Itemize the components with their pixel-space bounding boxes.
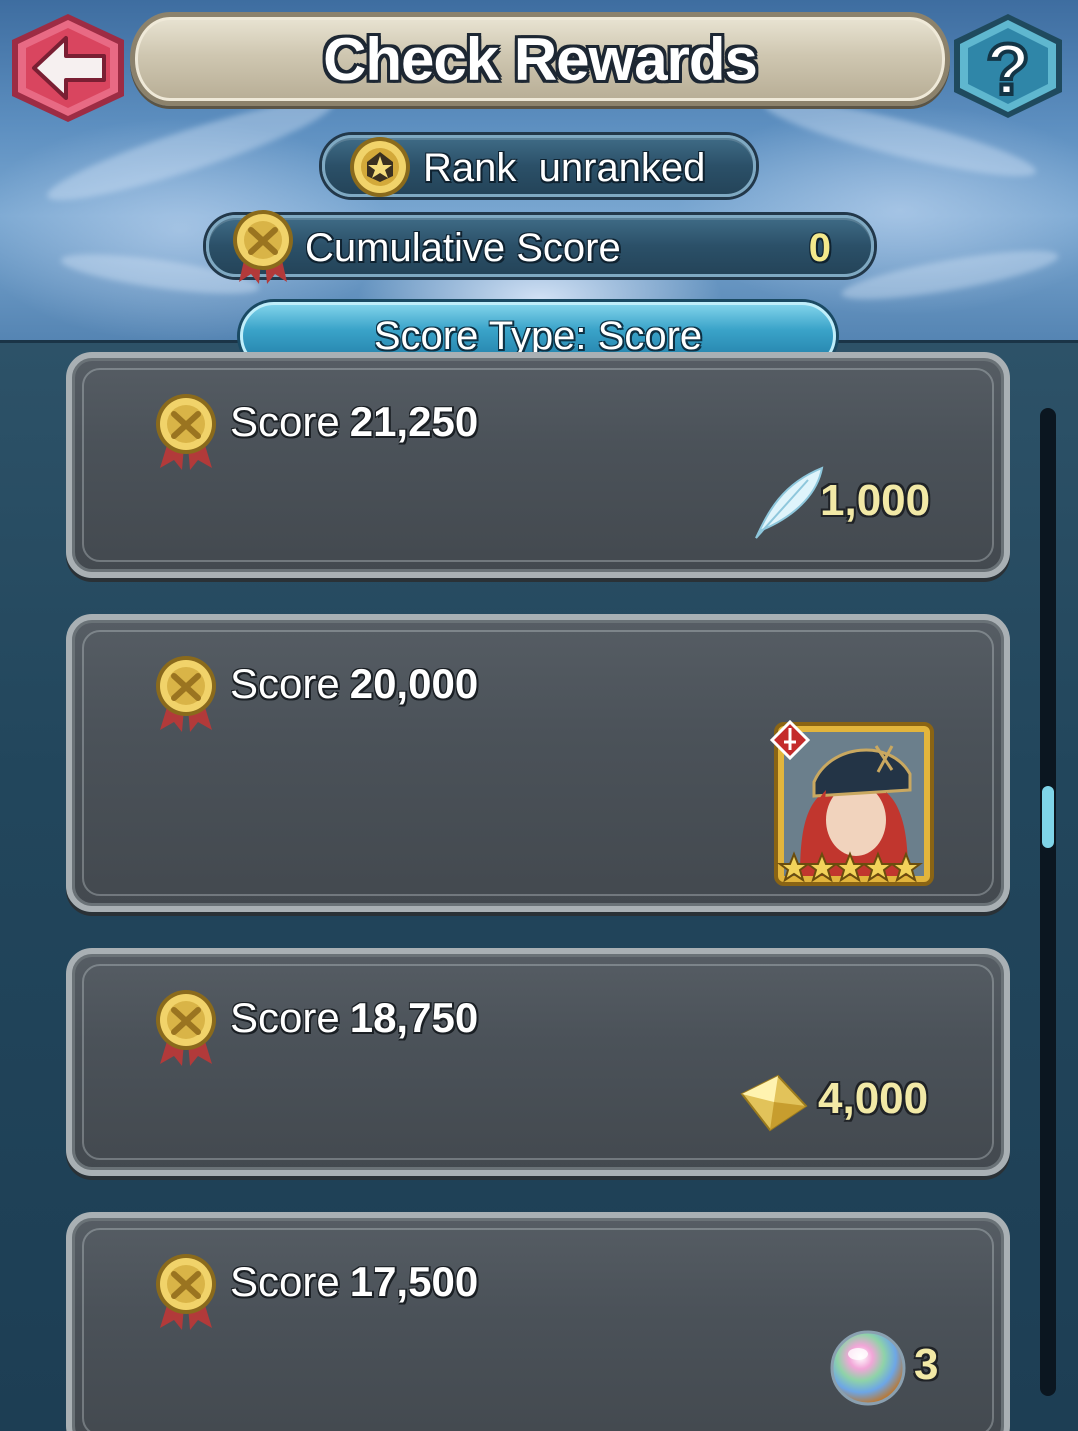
svg-text:?: ? [986, 30, 1030, 110]
hero-portrait-icon[interactable] [770, 716, 938, 888]
reward-threshold: Score 17,500 [230, 1258, 478, 1306]
cumulative-score-value: 0 [808, 226, 831, 270]
score-medal-icon [156, 990, 216, 1066]
reward-card: Score 20,000 [66, 614, 1010, 912]
score-value: 20,000 [349, 660, 479, 707]
rank-medal-icon [350, 137, 410, 197]
reward-amount: 4,000 [818, 1074, 929, 1123]
help-question-icon: ? [954, 14, 1062, 118]
reward-card: Score 17,500 3 [66, 1212, 1010, 1431]
reward-amount: 1,000 [820, 476, 931, 525]
reward-threshold: Score 18,750 [230, 994, 478, 1042]
feather-icon [755, 466, 824, 539]
rank-text: Rank unranked [423, 146, 705, 191]
reward-threshold: Score 20,000 [230, 660, 478, 708]
score-label: Score [230, 660, 340, 707]
crystal-icon [740, 1074, 808, 1132]
rank-label: Rank [423, 146, 517, 190]
title-plate: Check Rewards [130, 12, 950, 106]
score-value: 21,250 [349, 398, 479, 445]
cumulative-score-label: Cumulative Score [305, 226, 621, 270]
help-button[interactable]: ? [946, 10, 1070, 122]
rank-value: unranked [538, 146, 706, 190]
reward-card: Score 18,750 4,000 [66, 948, 1010, 1176]
score-medal-icon [156, 1254, 216, 1330]
rank-bar: Rank unranked [322, 135, 756, 197]
reward-card: Score 21,250 1,000 [66, 352, 1010, 578]
score-value: 18,750 [349, 994, 479, 1041]
score-medal-icon [156, 656, 216, 732]
page-title: Check Rewards [323, 25, 758, 93]
cumulative-score-bar: Cumulative Score 0 [206, 210, 874, 284]
back-arrow-icon [12, 14, 124, 122]
orb-icon [830, 1330, 906, 1406]
reward-amount: 3 [914, 1340, 939, 1389]
scrollbar-thumb[interactable] [1042, 786, 1054, 848]
score-label: Score [230, 994, 340, 1041]
scrollbar-track[interactable] [1040, 408, 1056, 1396]
score-medal-icon [156, 394, 216, 470]
reward-threshold: Score 21,250 [230, 398, 478, 446]
score-value: 17,500 [349, 1258, 479, 1305]
score-label: Score [230, 398, 340, 445]
score-medal-icon [233, 210, 293, 284]
back-button[interactable] [4, 12, 132, 124]
score-label: Score [230, 1258, 340, 1305]
